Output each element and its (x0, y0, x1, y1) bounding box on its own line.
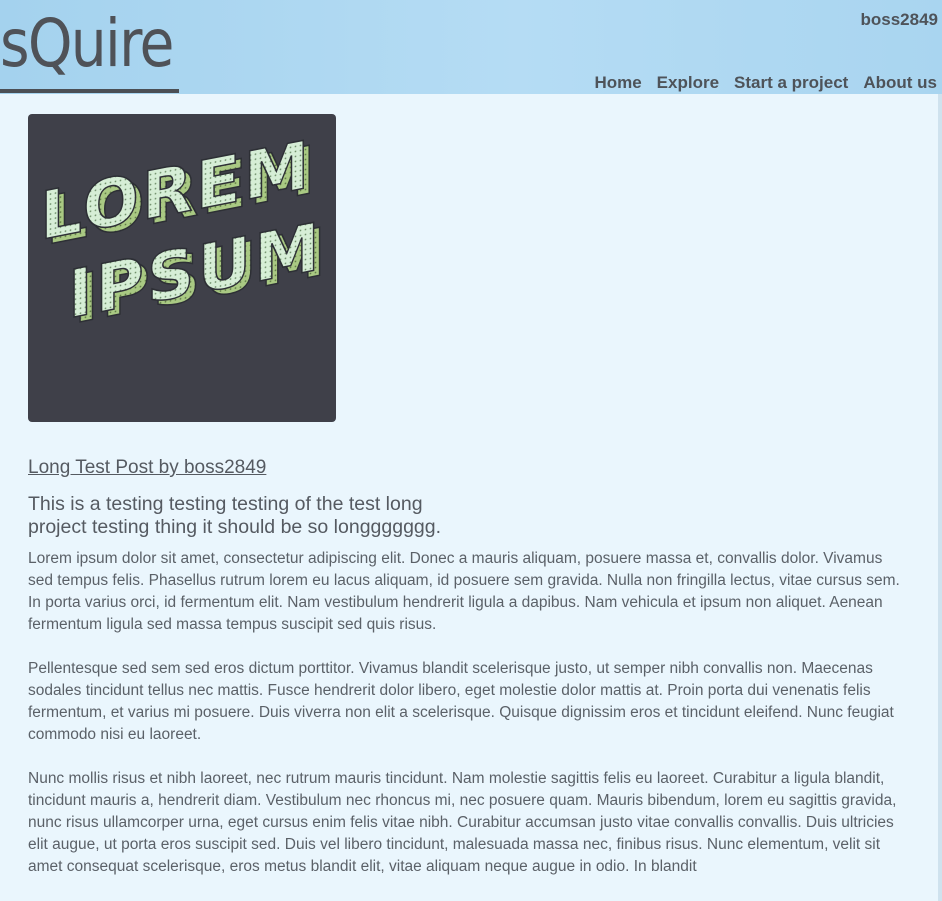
project-image: LOREM LOREM IPSUM IPSUM (28, 114, 336, 422)
main-nav: Home Explore Start a project About us (594, 73, 937, 93)
site-logo[interactable]: sQuire (0, 0, 174, 90)
post-content: LOREM LOREM IPSUM IPSUM Long Test Post b… (28, 114, 906, 900)
nav-start-project[interactable]: Start a project (734, 73, 848, 93)
post-subtitle: This is a testing testing testing of the… (28, 493, 442, 538)
body-paragraph: Pellentesque sed sem sed eros dictum por… (28, 660, 894, 743)
site-header: sQuire boss2849 Home Explore Start a pro… (0, 0, 942, 94)
logo-underline (0, 89, 179, 93)
nav-home[interactable]: Home (594, 73, 641, 93)
nav-about-us[interactable]: About us (863, 73, 937, 93)
post-title-link[interactable]: Long Test Post by boss2849 (28, 457, 266, 479)
post-body: Lorem ipsum dolor sit amet, consectetur … (28, 548, 906, 878)
nav-explore[interactable]: Explore (657, 73, 719, 93)
username-link[interactable]: boss2849 (861, 10, 939, 30)
scrollbar-track[interactable] (938, 94, 942, 901)
body-paragraph: Nunc mollis risus et nibh laoreet, nec r… (28, 770, 897, 875)
body-paragraph: Lorem ipsum dolor sit amet, consectetur … (28, 550, 900, 633)
lorem-ipsum-artwork: LOREM LOREM IPSUM IPSUM (39, 124, 329, 339)
